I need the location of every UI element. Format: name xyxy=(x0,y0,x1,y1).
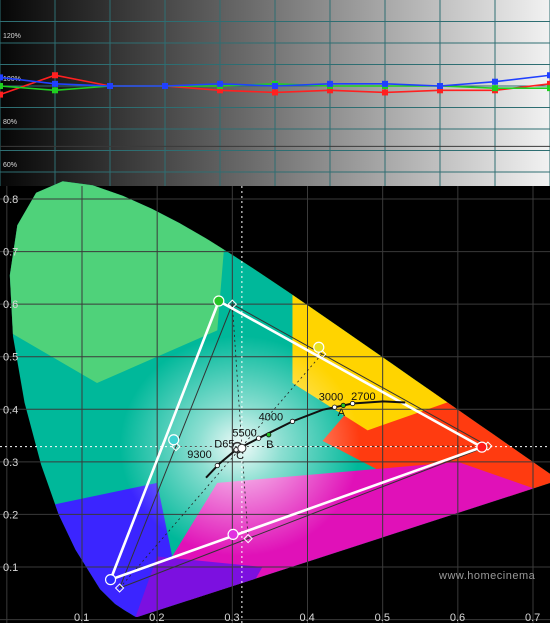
cie-x-tick-label: 0.2 xyxy=(149,612,164,623)
measured-white-point-inner xyxy=(237,443,247,453)
cct-marker xyxy=(256,435,262,441)
illuminant-marker xyxy=(266,432,272,438)
cie-x-tick-label: 0.4 xyxy=(300,612,315,623)
cie-y-tick-label: 0.8 xyxy=(3,194,18,206)
cie-x-tick-label: 0.6 xyxy=(450,612,465,623)
cie-chromaticity-chart: 0.1 0.2 0.3 0.4 0.5 0.6 0.7 0.1 0.2 0.3 0.4 0.5 0.6 0… xyxy=(0,145,550,623)
cie-y-tick-label: 0.5 xyxy=(3,352,18,364)
measured-secondary-point xyxy=(313,341,325,353)
cct-label: 2700 xyxy=(351,391,375,403)
cie-y-tick-label: 0.7 xyxy=(3,247,18,259)
measured-secondary-point xyxy=(168,434,180,446)
cct-label: 3000 xyxy=(319,391,343,403)
cie-y-tick-label: 0.2 xyxy=(3,509,18,521)
cct-label: 9300 xyxy=(187,449,211,461)
measured-primary-point xyxy=(476,441,488,453)
cie-x-tick-label: 0.1 xyxy=(74,612,89,623)
measured-primary-point xyxy=(213,295,225,307)
cct-marker xyxy=(289,418,296,424)
cct-marker xyxy=(214,462,220,469)
cct-label: D65 xyxy=(214,439,234,451)
cie-x-tick-label: 0.3 xyxy=(224,612,239,623)
cct-label: 5500 xyxy=(232,428,256,440)
cie-x-tick-label: 0.5 xyxy=(375,612,390,623)
cct-label: B xyxy=(266,439,273,451)
cie-x-tick-label: 0.7 xyxy=(525,612,540,623)
watermark: www.homecinema xyxy=(438,570,536,582)
chart-image: 120%100%80%60% 0.10.20.30.40.50. xyxy=(0,0,550,623)
cct-label: A xyxy=(338,407,346,419)
measured-primary-point xyxy=(104,574,117,586)
cie-y-tick-label: 0.4 xyxy=(3,404,18,416)
cct-marker xyxy=(331,404,338,410)
cie-y-tick-label: 0.3 xyxy=(3,457,18,469)
cie-y-tick-label: 0.1 xyxy=(3,562,18,574)
measured-secondary-point xyxy=(227,528,239,541)
cct-label: 4000 xyxy=(259,411,283,423)
cie-y-tick-label: 0.6 xyxy=(3,299,18,311)
